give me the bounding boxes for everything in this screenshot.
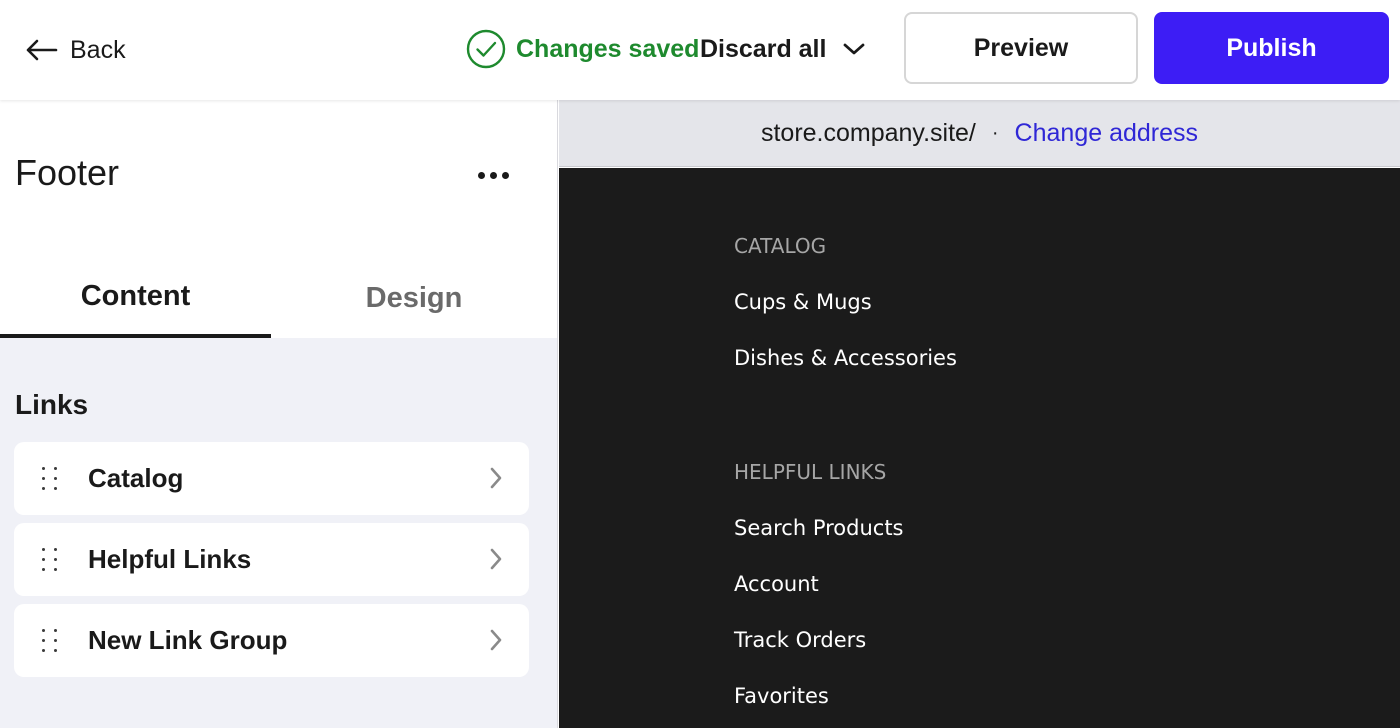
chevron-right-icon [490,467,502,489]
check-circle-icon [466,29,506,69]
footer-link[interactable]: Favorites [734,684,829,708]
footer-section-heading: CATALOG [734,234,827,258]
link-group-label: Helpful Links [88,544,252,574]
back-button[interactable]: Back [24,30,126,70]
settings-panel: Footer Content Design Links Catalog Help… [0,100,558,728]
drag-handle-icon[interactable] [42,467,60,491]
more-options-button[interactable] [470,158,516,192]
links-section-title: Links [15,389,89,420]
discard-all-label: Discard all [700,34,827,63]
chevron-right-icon [490,629,502,651]
tab-design[interactable]: Design [271,258,557,338]
footer-link[interactable]: Account [734,572,819,596]
link-group-helpful-links[interactable]: Helpful Links [14,523,529,596]
address-separator: · [991,121,999,144]
footer-preview: CATALOG Cups & Mugs Dishes & Accessories… [559,168,1400,728]
address-bar: store.company.site/ · Change address [559,100,1400,167]
save-status-label: Changes saved [516,34,700,63]
back-label: Back [70,35,126,64]
link-group-new-link-group[interactable]: New Link Group [14,604,529,677]
save-status: Changes saved [466,29,699,69]
footer-section-heading: HELPFUL LINKS [734,460,887,484]
store-url: store.company.site/ [760,118,976,147]
footer-link[interactable]: Dishes & Accessories [734,346,957,370]
change-address-link[interactable]: Change address [1015,119,1198,148]
publish-button[interactable]: Publish [1154,12,1389,84]
footer-link[interactable]: Cups & Mugs [734,290,872,314]
discard-all-dropdown[interactable]: Discard all [700,29,866,69]
drag-handle-icon[interactable] [42,548,60,572]
chevron-right-icon [490,548,502,570]
preview-button[interactable]: Preview [904,12,1138,84]
link-group-label: Catalog [88,463,184,493]
link-group-label: New Link Group [88,625,288,655]
chevron-down-icon [844,43,865,55]
tab-content[interactable]: Content [0,258,271,338]
panel-header: Footer Content Design [0,100,557,338]
arrow-left-icon [26,39,58,61]
top-bar: Back Changes saved Discard all Preview P… [0,0,1400,100]
drag-handle-icon[interactable] [42,629,60,653]
link-group-catalog[interactable]: Catalog [14,442,529,515]
footer-link[interactable]: Search Products [734,516,904,540]
footer-link[interactable]: Track Orders [734,628,866,652]
panel-title: Footer [15,152,120,193]
more-horizontal-icon [477,171,509,179]
